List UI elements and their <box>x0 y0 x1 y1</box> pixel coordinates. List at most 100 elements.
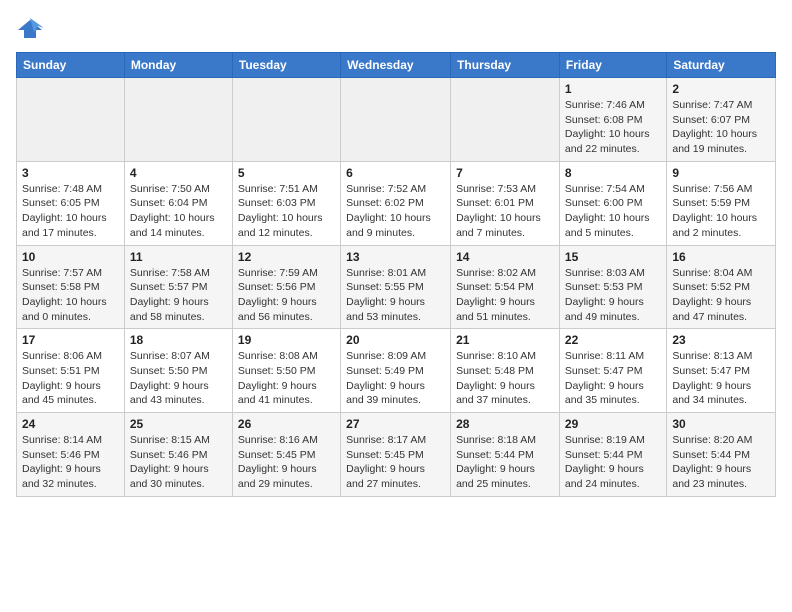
day-info: Sunrise: 8:11 AM Sunset: 5:47 PM Dayligh… <box>565 349 661 408</box>
day-info: Sunrise: 7:48 AM Sunset: 6:05 PM Dayligh… <box>22 182 119 241</box>
day-info: Sunrise: 7:57 AM Sunset: 5:58 PM Dayligh… <box>22 266 119 325</box>
day-number: 19 <box>238 333 335 347</box>
calendar-cell: 23 Sunrise: 8:13 AM Sunset: 5:47 PM Dayli… <box>667 329 776 413</box>
calendar-cell: 2 Sunrise: 7:47 AM Sunset: 6:07 PM Daylig… <box>667 78 776 162</box>
calendar-cell: 20 Sunrise: 8:09 AM Sunset: 5:49 PM Dayli… <box>341 329 451 413</box>
day-number: 6 <box>346 166 445 180</box>
day-info: Sunrise: 8:07 AM Sunset: 5:50 PM Dayligh… <box>130 349 227 408</box>
day-number: 12 <box>238 250 335 264</box>
day-number: 26 <box>238 417 335 431</box>
day-number: 22 <box>565 333 661 347</box>
day-number: 24 <box>22 417 119 431</box>
day-number: 1 <box>565 82 661 96</box>
day-number: 10 <box>22 250 119 264</box>
logo-icon <box>16 16 44 44</box>
calendar-cell: 18 Sunrise: 8:07 AM Sunset: 5:50 PM Dayli… <box>124 329 232 413</box>
calendar-cell: 24 Sunrise: 8:14 AM Sunset: 5:46 PM Dayli… <box>17 413 125 497</box>
day-info: Sunrise: 8:09 AM Sunset: 5:49 PM Dayligh… <box>346 349 445 408</box>
day-info: Sunrise: 8:16 AM Sunset: 5:45 PM Dayligh… <box>238 433 335 492</box>
day-number: 27 <box>346 417 445 431</box>
calendar-cell <box>17 78 125 162</box>
day-number: 2 <box>672 82 770 96</box>
day-info: Sunrise: 8:01 AM Sunset: 5:55 PM Dayligh… <box>346 266 445 325</box>
calendar-table: SundayMondayTuesdayWednesdayThursdayFrid… <box>16 52 776 497</box>
calendar-cell: 8Sunrise: 7:54 AM Sunset: 6:00 PM Daylig… <box>559 161 666 245</box>
day-info: Sunrise: 7:54 AM Sunset: 6:00 PM Dayligh… <box>565 182 661 241</box>
day-number: 23 <box>672 333 770 347</box>
weekday-header-sunday: Sunday <box>17 53 125 78</box>
calendar-cell: 6 Sunrise: 7:52 AM Sunset: 6:02 PM Daylig… <box>341 161 451 245</box>
calendar-cell: 19 Sunrise: 8:08 AM Sunset: 5:50 PM Dayli… <box>232 329 340 413</box>
day-number: 21 <box>456 333 554 347</box>
day-info: Sunrise: 8:03 AM Sunset: 5:53 PM Dayligh… <box>565 266 661 325</box>
day-number: 14 <box>456 250 554 264</box>
day-info: Sunrise: 8:19 AM Sunset: 5:44 PM Dayligh… <box>565 433 661 492</box>
weekday-header-thursday: Thursday <box>451 53 560 78</box>
day-info: Sunrise: 8:17 AM Sunset: 5:45 PM Dayligh… <box>346 433 445 492</box>
page-header <box>16 16 776 44</box>
calendar-cell: 13 Sunrise: 8:01 AM Sunset: 5:55 PM Dayli… <box>341 245 451 329</box>
calendar-cell: 9 Sunrise: 7:56 AM Sunset: 5:59 PM Daylig… <box>667 161 776 245</box>
day-info: Sunrise: 8:02 AM Sunset: 5:54 PM Dayligh… <box>456 266 554 325</box>
calendar-cell <box>341 78 451 162</box>
calendar-cell: 22 Sunrise: 8:11 AM Sunset: 5:47 PM Dayli… <box>559 329 666 413</box>
day-info: Sunrise: 7:46 AM Sunset: 6:08 PM Dayligh… <box>565 98 661 157</box>
calendar-cell: 26 Sunrise: 8:16 AM Sunset: 5:45 PM Dayli… <box>232 413 340 497</box>
logo <box>16 16 48 44</box>
day-info: Sunrise: 7:50 AM Sunset: 6:04 PM Dayligh… <box>130 182 227 241</box>
calendar-cell: 15 Sunrise: 8:03 AM Sunset: 5:53 PM Dayli… <box>559 245 666 329</box>
weekday-header-tuesday: Tuesday <box>232 53 340 78</box>
day-number: 25 <box>130 417 227 431</box>
calendar-cell: 16Sunrise: 8:04 AM Sunset: 5:52 PM Dayli… <box>667 245 776 329</box>
calendar-cell: 3 Sunrise: 7:48 AM Sunset: 6:05 PM Daylig… <box>17 161 125 245</box>
calendar-cell <box>124 78 232 162</box>
day-number: 28 <box>456 417 554 431</box>
calendar-cell: 11 Sunrise: 7:58 AM Sunset: 5:57 PM Dayli… <box>124 245 232 329</box>
day-info: Sunrise: 7:56 AM Sunset: 5:59 PM Dayligh… <box>672 182 770 241</box>
day-info: Sunrise: 8:18 AM Sunset: 5:44 PM Dayligh… <box>456 433 554 492</box>
day-info: Sunrise: 8:15 AM Sunset: 5:46 PM Dayligh… <box>130 433 227 492</box>
day-number: 3 <box>22 166 119 180</box>
day-number: 30 <box>672 417 770 431</box>
day-number: 20 <box>346 333 445 347</box>
day-number: 13 <box>346 250 445 264</box>
day-number: 15 <box>565 250 661 264</box>
day-number: 11 <box>130 250 227 264</box>
calendar-cell: 14 Sunrise: 8:02 AM Sunset: 5:54 PM Dayli… <box>451 245 560 329</box>
weekday-header-friday: Friday <box>559 53 666 78</box>
day-info: Sunrise: 8:14 AM Sunset: 5:46 PM Dayligh… <box>22 433 119 492</box>
day-number: 9 <box>672 166 770 180</box>
day-info: Sunrise: 8:20 AM Sunset: 5:44 PM Dayligh… <box>672 433 770 492</box>
day-info: Sunrise: 8:08 AM Sunset: 5:50 PM Dayligh… <box>238 349 335 408</box>
calendar-cell: 5 Sunrise: 7:51 AM Sunset: 6:03 PM Daylig… <box>232 161 340 245</box>
calendar-cell: 1 Sunrise: 7:46 AM Sunset: 6:08 PM Daylig… <box>559 78 666 162</box>
calendar-cell: 25 Sunrise: 8:15 AM Sunset: 5:46 PM Dayli… <box>124 413 232 497</box>
weekday-header-wednesday: Wednesday <box>341 53 451 78</box>
day-info: Sunrise: 7:59 AM Sunset: 5:56 PM Dayligh… <box>238 266 335 325</box>
day-number: 17 <box>22 333 119 347</box>
calendar-cell: 12 Sunrise: 7:59 AM Sunset: 5:56 PM Dayli… <box>232 245 340 329</box>
day-number: 4 <box>130 166 227 180</box>
day-info: Sunrise: 7:47 AM Sunset: 6:07 PM Dayligh… <box>672 98 770 157</box>
day-info: Sunrise: 7:51 AM Sunset: 6:03 PM Dayligh… <box>238 182 335 241</box>
calendar-cell: 4 Sunrise: 7:50 AM Sunset: 6:04 PM Daylig… <box>124 161 232 245</box>
calendar-cell: 10 Sunrise: 7:57 AM Sunset: 5:58 PM Dayli… <box>17 245 125 329</box>
calendar-cell: 30 Sunrise: 8:20 AM Sunset: 5:44 PM Dayli… <box>667 413 776 497</box>
day-info: Sunrise: 8:13 AM Sunset: 5:47 PM Dayligh… <box>672 349 770 408</box>
day-number: 5 <box>238 166 335 180</box>
day-info: Sunrise: 7:52 AM Sunset: 6:02 PM Dayligh… <box>346 182 445 241</box>
calendar-cell: 28 Sunrise: 8:18 AM Sunset: 5:44 PM Dayli… <box>451 413 560 497</box>
calendar-cell: 7Sunrise: 7:53 AM Sunset: 6:01 PM Daylig… <box>451 161 560 245</box>
day-info: Sunrise: 8:06 AM Sunset: 5:51 PM Dayligh… <box>22 349 119 408</box>
day-info: Sunrise: 8:04 AM Sunset: 5:52 PM Dayligh… <box>672 266 770 325</box>
day-info: Sunrise: 8:10 AM Sunset: 5:48 PM Dayligh… <box>456 349 554 408</box>
calendar-cell <box>451 78 560 162</box>
calendar-cell: 17 Sunrise: 8:06 AM Sunset: 5:51 PM Dayli… <box>17 329 125 413</box>
calendar-cell: 21 Sunrise: 8:10 AM Sunset: 5:48 PM Dayli… <box>451 329 560 413</box>
weekday-header-monday: Monday <box>124 53 232 78</box>
day-info: Sunrise: 7:58 AM Sunset: 5:57 PM Dayligh… <box>130 266 227 325</box>
day-number: 18 <box>130 333 227 347</box>
calendar-cell <box>232 78 340 162</box>
calendar-cell: 27 Sunrise: 8:17 AM Sunset: 5:45 PM Dayli… <box>341 413 451 497</box>
day-info: Sunrise: 7:53 AM Sunset: 6:01 PM Dayligh… <box>456 182 554 241</box>
